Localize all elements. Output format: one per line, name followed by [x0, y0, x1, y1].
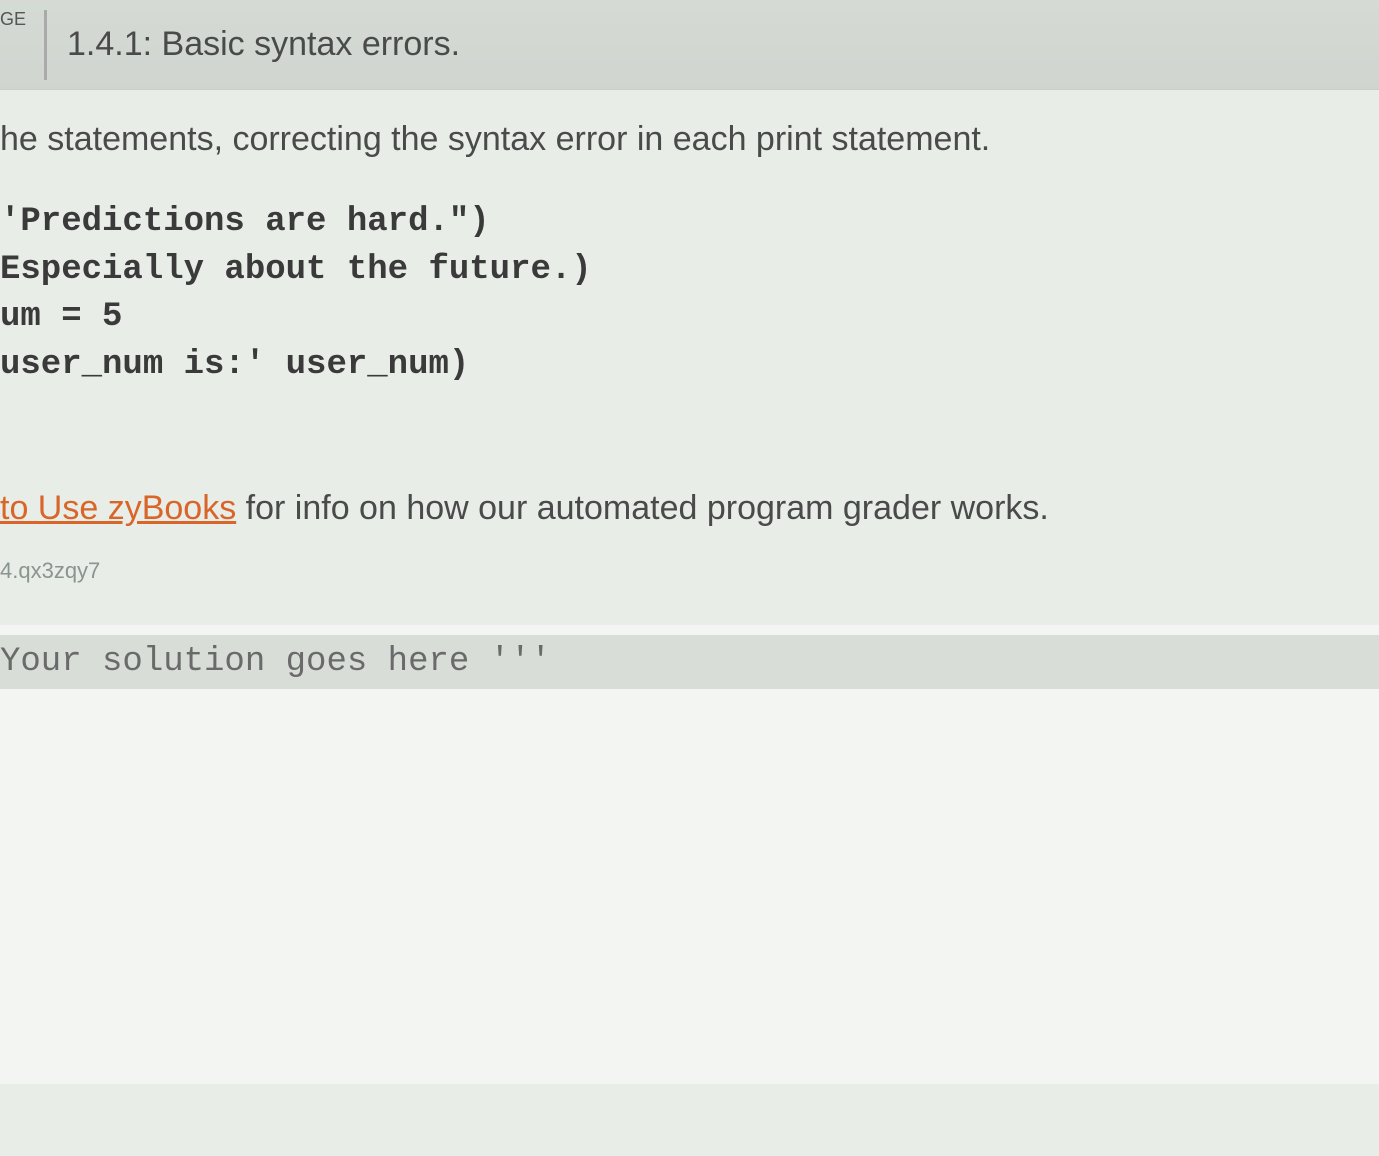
header-divider — [44, 10, 47, 80]
header-bar: GE 1.4.1: Basic syntax errors. — [0, 0, 1379, 90]
code-line-2: Especially about the future.) — [0, 251, 592, 289]
exercise-id: 4.qx3zqy7 — [0, 558, 1379, 584]
code-editor[interactable]: Your solution goes here ''' — [0, 624, 1379, 1084]
example-code-block: 'Predictions are hard.") Especially abou… — [0, 199, 1379, 389]
editor-current-line[interactable]: Your solution goes here ''' — [0, 635, 1379, 689]
code-line-1: 'Predictions are hard.") — [0, 203, 490, 241]
code-line-4: user_num is:' user_num) — [0, 346, 469, 384]
help-text: for info on how our automated program gr… — [236, 489, 1049, 527]
instruction-text: he statements, correcting the syntax err… — [0, 120, 1379, 159]
challenge-badge: GE — [0, 9, 34, 30]
section-title: 1.4.1: Basic syntax errors. — [67, 25, 460, 64]
editor-placeholder-text: Your solution goes here ''' — [0, 643, 551, 681]
code-line-3: um = 5 — [0, 298, 122, 336]
help-link-section: to Use zyBooks for info on how our autom… — [0, 489, 1379, 528]
content-area: he statements, correcting the syntax err… — [0, 90, 1379, 1084]
how-to-use-zybooks-link[interactable]: to Use zyBooks — [0, 489, 236, 527]
